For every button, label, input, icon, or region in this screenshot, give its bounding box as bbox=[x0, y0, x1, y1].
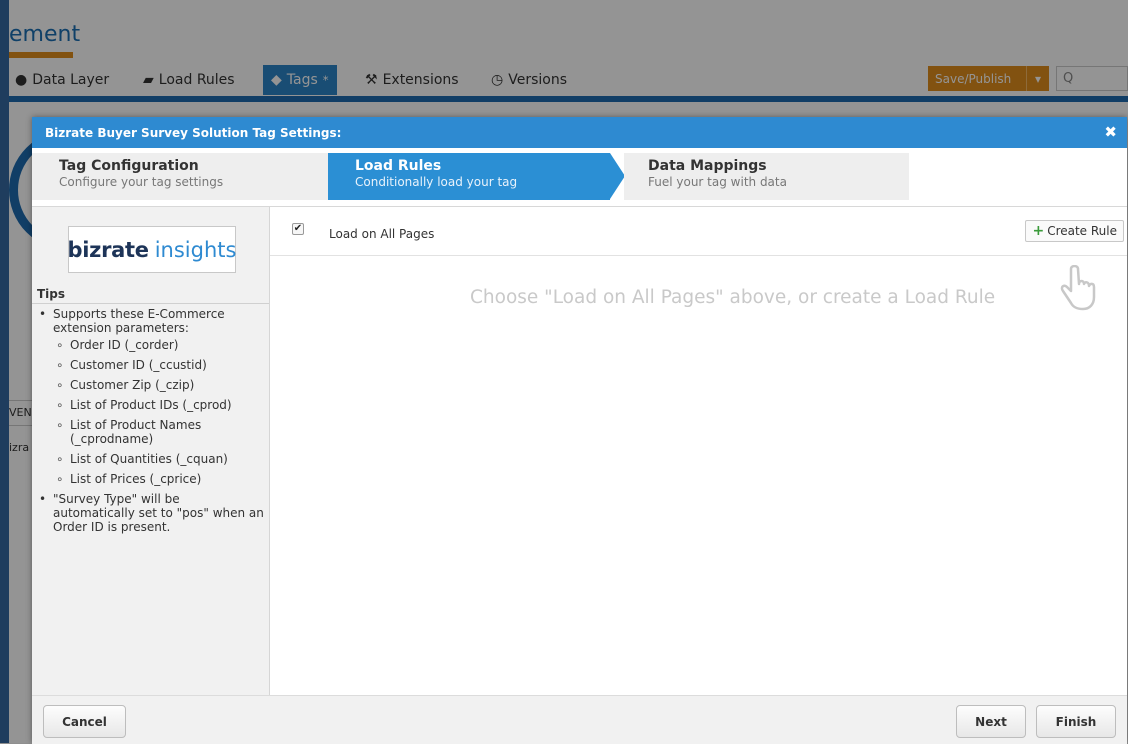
load-all-pages-label[interactable]: Load on All Pages bbox=[329, 227, 434, 241]
modal-body: bizrate insights Tips Supports these E-C… bbox=[32, 206, 1127, 696]
step-title: Load Rules bbox=[355, 158, 442, 174]
step-subtitle: Conditionally load your tag bbox=[355, 175, 518, 189]
param-item: Customer Zip (_czip) bbox=[53, 378, 264, 392]
step-title: Data Mappings bbox=[648, 158, 767, 174]
step-tag-configuration[interactable]: Tag Configuration Configure your tag set… bbox=[32, 153, 328, 200]
param-item: List of Quantities (_cquan) bbox=[53, 452, 264, 466]
tips-divider bbox=[32, 303, 269, 304]
logo-bold-text: bizrate bbox=[67, 237, 149, 262]
load-all-pages-checkbox[interactable]: ✔ bbox=[292, 223, 304, 235]
tip-item: Supports these E-Commerce extension para… bbox=[32, 307, 264, 486]
load-all-pages-row: ✔ Load on All Pages + Create Rule bbox=[270, 207, 1127, 256]
param-item: Order ID (_corder) bbox=[53, 338, 264, 352]
logo-light-text: insights bbox=[154, 237, 237, 262]
wizard-steps: Tag Configuration Configure your tag set… bbox=[32, 148, 1127, 204]
finish-button[interactable]: Finish bbox=[1036, 705, 1116, 738]
step-title: Tag Configuration bbox=[59, 158, 199, 174]
param-item: List of Prices (_cprice) bbox=[53, 472, 264, 486]
param-list: Order ID (_corder) Customer ID (_ccustid… bbox=[53, 338, 264, 486]
tips-sidebar: bizrate insights Tips Supports these E-C… bbox=[32, 207, 270, 696]
cancel-button[interactable]: Cancel bbox=[43, 705, 126, 738]
param-item: List of Product IDs (_cprod) bbox=[53, 398, 264, 412]
tips-heading: Tips bbox=[37, 287, 66, 301]
step-subtitle: Configure your tag settings bbox=[59, 175, 224, 189]
close-icon[interactable]: ✖ bbox=[1104, 123, 1117, 141]
tip-note: "Survey Type" will be automatically set … bbox=[53, 492, 264, 534]
create-rule-label: Create Rule bbox=[1047, 224, 1117, 238]
left-edge-bar bbox=[0, 0, 9, 743]
tag-settings-modal: Bizrate Buyer Survey Solution Tag Settin… bbox=[32, 117, 1127, 744]
modal-footer: Cancel Next Finish bbox=[32, 695, 1127, 744]
tips-list: Supports these E-Commerce extension para… bbox=[32, 307, 264, 538]
step-subtitle: Fuel your tag with data bbox=[648, 175, 787, 189]
load-rules-panel: ✔ Load on All Pages + Create Rule Choose… bbox=[270, 207, 1127, 696]
empty-state-message: Choose "Load on All Pages" above, or cre… bbox=[470, 287, 996, 308]
bizrate-insights-logo: bizrate insights bbox=[68, 226, 236, 273]
tip-intro: Supports these E-Commerce extension para… bbox=[53, 307, 225, 335]
modal-header: Bizrate Buyer Survey Solution Tag Settin… bbox=[32, 117, 1127, 148]
step-load-rules[interactable]: Load Rules Conditionally load your tag bbox=[328, 153, 625, 200]
tip-item: "Survey Type" will be automatically set … bbox=[32, 492, 264, 534]
param-item: Customer ID (_ccustid) bbox=[53, 358, 264, 372]
create-rule-button[interactable]: + Create Rule bbox=[1025, 220, 1124, 242]
next-button[interactable]: Next bbox=[956, 705, 1026, 738]
param-item: List of Product Names (_cprodname) bbox=[53, 418, 264, 446]
plus-icon: + bbox=[1032, 223, 1045, 239]
modal-title: Bizrate Buyer Survey Solution Tag Settin… bbox=[45, 125, 342, 140]
pointing-hand-icon bbox=[1060, 265, 1096, 311]
step-data-mappings[interactable]: Data Mappings Fuel your tag with data bbox=[624, 153, 909, 200]
